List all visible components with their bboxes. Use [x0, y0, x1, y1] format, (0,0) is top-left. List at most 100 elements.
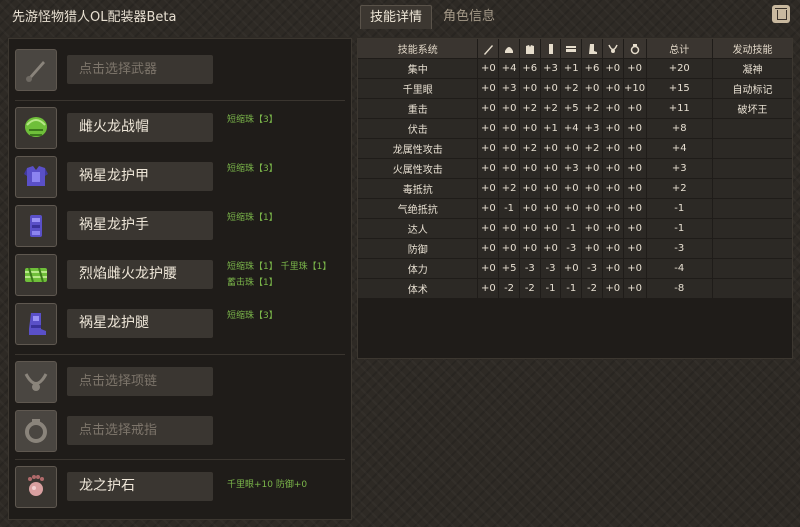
skill-value-cell: +0: [478, 259, 499, 278]
active-skill-cell: [712, 119, 792, 138]
skill-value-cell: +0: [519, 119, 540, 138]
skill-value-cell: -1: [561, 279, 582, 298]
skill-value-cell: -3: [561, 239, 582, 258]
skill-value-cell: +0: [623, 159, 646, 178]
skill-name-cell: 千里眼: [358, 79, 478, 98]
skill-value-cell: +2: [519, 139, 540, 158]
ring-placeholder-icon[interactable]: [15, 410, 57, 452]
skill-total-cell: +3: [646, 159, 712, 178]
skill-total-cell: +11: [646, 99, 712, 118]
decoration-line: 短缩珠【1】 千里珠【1】: [227, 262, 332, 272]
equipment-slot-necklace[interactable]: 点击选择项链: [15, 361, 351, 405]
skill-total-cell: -1: [646, 219, 712, 238]
skill-value-cell: +1: [540, 119, 561, 138]
helmet-icon: [499, 39, 519, 58]
skill-value-cell: +0: [478, 99, 499, 118]
chest-armor-icon[interactable]: [15, 156, 57, 198]
skill-value-cell: +0: [540, 219, 561, 238]
equipment-slot-legs[interactable]: 祸星龙护腿 短缩珠【3】: [15, 303, 351, 347]
decoration-text: 短缩珠【3】: [227, 311, 278, 321]
skill-name-cell: 达人: [358, 219, 478, 238]
skill-value-cell: +0: [478, 219, 499, 238]
equipment-name[interactable]: 龙之护石: [67, 472, 213, 501]
trash-icon[interactable]: [772, 5, 790, 23]
equipment-name[interactable]: 祸星龙护甲: [67, 162, 213, 191]
equipment-slot-chest[interactable]: 祸星龙护甲 短缩珠【3】: [15, 156, 351, 200]
skill-value-cell: +0: [602, 219, 623, 238]
equipment-name[interactable]: 雌火龙战帽: [67, 113, 213, 142]
skill-value-cell: +0: [602, 179, 623, 198]
equipment-name[interactable]: 祸星龙护手: [67, 211, 213, 240]
skill-value-cell: +0: [478, 139, 499, 158]
skill-value-cell: +0: [623, 119, 646, 138]
helmet-icon[interactable]: [15, 107, 57, 149]
skill-value-cell: +0: [602, 59, 623, 78]
equipment-slot-waist[interactable]: 烈焰雌火龙护腰 短缩珠【1】 千里珠【1】 蓄击珠【1】: [15, 254, 351, 298]
active-skill-cell: [712, 139, 792, 158]
skill-value-cell: +0: [519, 199, 540, 218]
skill-value-cell: +0: [623, 219, 646, 238]
skill-total-cell: -1: [646, 199, 712, 218]
gauntlet-icon[interactable]: [15, 205, 57, 247]
header-active-skill: 发动技能: [712, 39, 792, 58]
active-skill-cell: [712, 159, 792, 178]
skill-value-cell: +3: [561, 159, 582, 178]
skill-value-cell: +0: [623, 239, 646, 258]
equipment-name[interactable]: 烈焰雌火龙护腰: [67, 260, 213, 289]
skill-value-cell: +6: [582, 59, 602, 78]
charm-icon[interactable]: [15, 466, 57, 508]
equipment-slot-charm[interactable]: 龙之护石 千里眼+10 防御+0: [15, 466, 351, 510]
equipment-name[interactable]: 点击选择武器: [67, 55, 213, 84]
tab-skill-details[interactable]: 技能详情: [360, 5, 433, 29]
skill-value-cell: +0: [519, 239, 540, 258]
skill-value-cell: +3: [582, 119, 602, 138]
skill-value-cell: -3: [519, 259, 540, 278]
equipment-slot-helmet[interactable]: 雌火龙战帽 短缩珠【3】: [15, 107, 351, 151]
skill-total-cell: +8: [646, 119, 712, 138]
header-skill-system: 技能系统: [358, 39, 478, 58]
necklace-placeholder-icon[interactable]: [15, 361, 57, 403]
skill-value-cell: -3: [540, 259, 561, 278]
skill-value-cell: +2: [540, 99, 561, 118]
skill-value-cell: +0: [623, 99, 646, 118]
skill-value-cell: +0: [623, 179, 646, 198]
skill-value-cell: +0: [561, 179, 582, 198]
skill-value-cell: +3: [540, 59, 561, 78]
skill-value-cell: -1: [561, 219, 582, 238]
skill-value-cell: +0: [561, 259, 582, 278]
decoration-text: 短缩珠【3】: [227, 164, 278, 174]
equipment-slot-ring[interactable]: 点击选择戒指: [15, 410, 351, 454]
waist-icon[interactable]: [15, 254, 57, 296]
table-row: 龙属性攻击 +0 +0 +2 +0 +0 +2 +0 +0 +4: [358, 139, 792, 158]
skill-value-cell: +0: [540, 179, 561, 198]
active-skill-cell: [712, 259, 792, 278]
leg-armor-icon[interactable]: [15, 303, 57, 345]
skill-value-cell: +0: [499, 99, 519, 118]
skill-value-cell: +0: [582, 239, 602, 258]
skill-value-cell: +0: [499, 159, 519, 178]
tab-character-info[interactable]: 角色信息: [434, 5, 504, 28]
equipment-slot-arms[interactable]: 祸星龙护手 短缩珠【1】: [15, 205, 351, 249]
skill-value-cell: +0: [561, 139, 582, 158]
skill-name-cell: 伏击: [358, 119, 478, 138]
skill-value-cell: +0: [623, 259, 646, 278]
skill-value-cell: +0: [540, 199, 561, 218]
table-row: 火属性攻击 +0 +0 +0 +0 +3 +0 +0 +0 +3: [358, 159, 792, 178]
equipment-name[interactable]: 祸星龙护腿: [67, 309, 213, 338]
equipment-name[interactable]: 点击选择项链: [67, 367, 213, 396]
equipment-name[interactable]: 点击选择戒指: [67, 416, 213, 445]
table-row: 集中 +0 +4 +6 +3 +1 +6 +0 +0 +20 凝神: [358, 59, 792, 78]
skill-name-cell: 防御: [358, 239, 478, 258]
equipment-slot-weapon[interactable]: 点击选择武器: [15, 49, 351, 93]
skill-value-cell: -3: [582, 259, 602, 278]
skill-value-cell: +0: [519, 79, 540, 98]
skill-value-cell: +0: [478, 159, 499, 178]
weapon-placeholder-icon[interactable]: [15, 49, 57, 91]
active-skill-cell: [712, 219, 792, 238]
skill-value-cell: +0: [478, 239, 499, 258]
app-title: 先游怪物猎人OL配装器Beta: [12, 10, 177, 25]
skill-name-cell: 集中: [358, 59, 478, 78]
skill-value-cell: +0: [602, 139, 623, 158]
skill-total-cell: +2: [646, 179, 712, 198]
skill-value-cell: +0: [602, 279, 623, 298]
